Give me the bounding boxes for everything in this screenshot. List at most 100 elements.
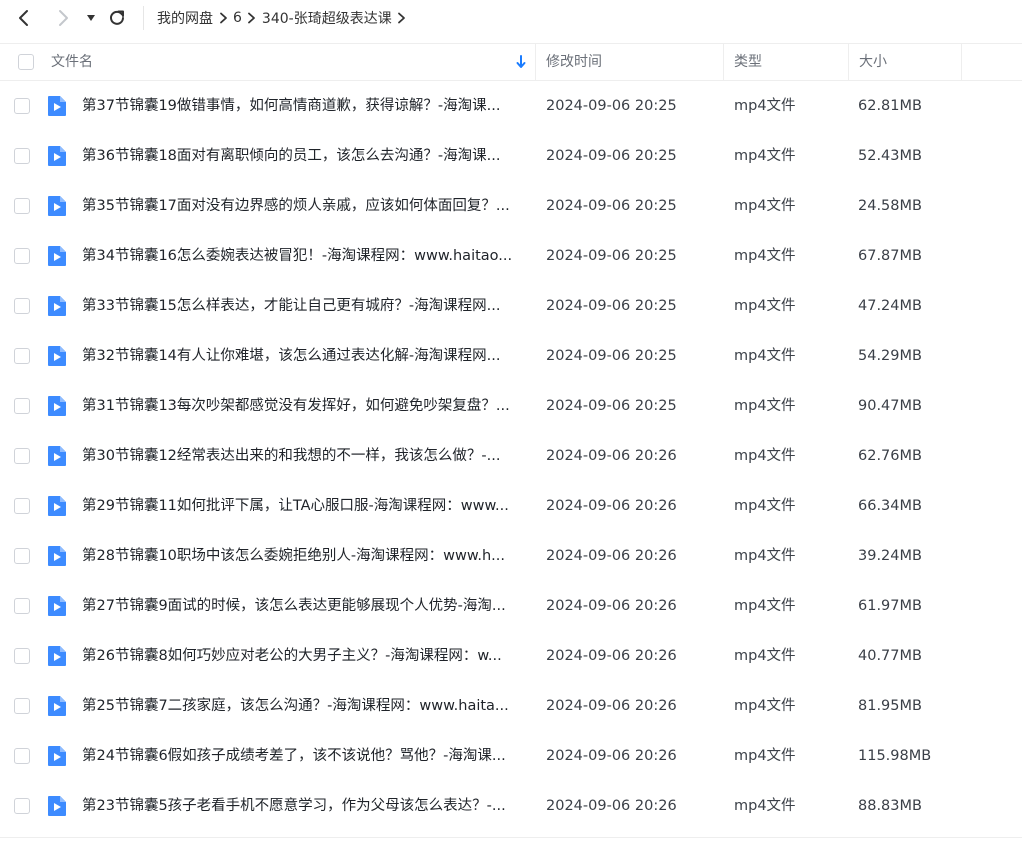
table-row[interactable]: 第37节锦囊19做错事情，如何高情商道歉，获得谅解？-海淘课... 2024-0… bbox=[0, 81, 1022, 131]
file-size: 66.34MB bbox=[858, 498, 922, 514]
file-name[interactable]: 第35节锦囊17面对没有边界感的烦人亲戚，应该如何体面回复？... bbox=[82, 181, 524, 231]
file-modified-time: 2024-09-06 20:26 bbox=[546, 598, 677, 614]
row-checkbox[interactable] bbox=[14, 148, 30, 164]
file-type: mp4文件 bbox=[734, 748, 796, 764]
history-dropdown-button[interactable] bbox=[80, 6, 102, 30]
breadcrumb-item-current[interactable]: 340-张琦超级表达课 bbox=[262, 8, 392, 28]
table-row[interactable]: 第28节锦囊10职场中该怎么委婉拒绝别人-海淘课程网：www.h... 2024… bbox=[0, 531, 1022, 581]
table-row[interactable]: 第32节锦囊14有人让你难堪，该怎么通过表达化解-海淘课程网... 2024-0… bbox=[0, 331, 1022, 381]
file-name[interactable]: 第31节锦囊13每次吵架都感觉没有发挥好，如何避免吵架复盘？... bbox=[82, 381, 524, 431]
file-size: 115.98MB bbox=[858, 748, 932, 764]
back-button[interactable] bbox=[12, 6, 36, 30]
file-size: 54.29MB bbox=[858, 348, 922, 364]
file-modified-time: 2024-09-06 20:25 bbox=[546, 98, 677, 114]
video-file-icon bbox=[48, 746, 66, 766]
file-name[interactable]: 第24节锦囊6假如孩子成绩考差了，该不该说他？骂他？-海淘课... bbox=[82, 731, 524, 781]
sort-descending-icon[interactable] bbox=[515, 54, 527, 70]
row-checkbox[interactable] bbox=[14, 748, 30, 764]
file-name[interactable]: 第29节锦囊11如何批评下属，让TA心服口服-海淘课程网：www... bbox=[82, 481, 524, 531]
file-modified-time: 2024-09-06 20:26 bbox=[546, 448, 677, 464]
video-file-icon bbox=[48, 246, 66, 266]
chevron-right-icon bbox=[392, 12, 412, 24]
file-type: mp4文件 bbox=[734, 598, 796, 614]
file-modified-time: 2024-09-06 20:25 bbox=[546, 248, 677, 264]
column-header-modified[interactable]: 修改时间 bbox=[546, 44, 602, 80]
row-checkbox[interactable] bbox=[14, 248, 30, 264]
table-row[interactable]: 第24节锦囊6假如孩子成绩考差了，该不该说他？骂他？-海淘课... 2024-0… bbox=[0, 731, 1022, 781]
table-row[interactable]: 第36节锦囊18面对有离职倾向的员工，该怎么去沟通？-海淘课... 2024-0… bbox=[0, 131, 1022, 181]
column-divider[interactable] bbox=[848, 44, 849, 80]
video-file-icon bbox=[48, 146, 66, 166]
refresh-icon bbox=[110, 10, 124, 25]
file-modified-time: 2024-09-06 20:26 bbox=[546, 648, 677, 664]
row-checkbox[interactable] bbox=[14, 448, 30, 464]
table-row[interactable]: 第26节锦囊8如何巧妙应对老公的大男子主义？-海淘课程网：w... 2024-0… bbox=[0, 631, 1022, 681]
select-all-checkbox[interactable] bbox=[18, 54, 34, 70]
row-checkbox[interactable] bbox=[14, 598, 30, 614]
row-checkbox[interactable] bbox=[14, 548, 30, 564]
file-list: 第37节锦囊19做错事情，如何高情商道歉，获得谅解？-海淘课... 2024-0… bbox=[0, 81, 1022, 831]
row-checkbox[interactable] bbox=[14, 698, 30, 714]
breadcrumb-item-root[interactable]: 我的网盘 bbox=[157, 8, 213, 28]
table-row[interactable]: 第33节锦囊15怎么样表达，才能让自己更有城府？-海淘课程网... 2024-0… bbox=[0, 281, 1022, 331]
video-file-icon bbox=[48, 196, 66, 216]
navigation-bar: 我的网盘 6 340-张琦超级表达课 bbox=[0, 0, 1022, 36]
column-header-name[interactable]: 文件名 bbox=[51, 44, 93, 80]
file-size: 24.58MB bbox=[858, 198, 922, 214]
file-name[interactable]: 第34节锦囊16怎么委婉表达被冒犯！-海淘课程网：www.haitao... bbox=[82, 231, 524, 281]
file-modified-time: 2024-09-06 20:26 bbox=[546, 698, 677, 714]
file-type: mp4文件 bbox=[734, 448, 796, 464]
row-checkbox[interactable] bbox=[14, 198, 30, 214]
column-header-type[interactable]: 类型 bbox=[734, 44, 762, 80]
file-modified-time: 2024-09-06 20:25 bbox=[546, 298, 677, 314]
table-row[interactable]: 第27节锦囊9面试的时候，该怎么表达更能够展现个人优势-海淘... 2024-0… bbox=[0, 581, 1022, 631]
table-row[interactable]: 第29节锦囊11如何批评下属，让TA心服口服-海淘课程网：www... 2024… bbox=[0, 481, 1022, 531]
row-checkbox[interactable] bbox=[14, 98, 30, 114]
table-row[interactable]: 第34节锦囊16怎么委婉表达被冒犯！-海淘课程网：www.haitao... 2… bbox=[0, 231, 1022, 281]
file-size: 39.24MB bbox=[858, 548, 922, 564]
table-row[interactable]: 第23节锦囊5孩子老看手机不愿意学习，作为父母该怎么表达？-... 2024-0… bbox=[0, 781, 1022, 831]
row-checkbox[interactable] bbox=[14, 398, 30, 414]
row-checkbox[interactable] bbox=[14, 798, 30, 814]
file-name[interactable]: 第28节锦囊10职场中该怎么委婉拒绝别人-海淘课程网：www.h... bbox=[82, 531, 524, 581]
breadcrumb: 我的网盘 6 340-张琦超级表达课 bbox=[157, 8, 412, 28]
file-type: mp4文件 bbox=[734, 198, 796, 214]
video-file-icon bbox=[48, 596, 66, 616]
file-name[interactable]: 第27节锦囊9面试的时候，该怎么表达更能够展现个人优势-海淘... bbox=[82, 581, 524, 631]
file-modified-time: 2024-09-06 20:25 bbox=[546, 148, 677, 164]
video-file-icon bbox=[48, 646, 66, 666]
file-size: 62.76MB bbox=[858, 448, 922, 464]
file-modified-time: 2024-09-06 20:26 bbox=[546, 798, 677, 814]
file-name[interactable]: 第25节锦囊7二孩家庭，该怎么沟通？-海淘课程网：www.haita... bbox=[82, 681, 524, 731]
breadcrumb-item-folder[interactable]: 6 bbox=[233, 10, 242, 26]
file-type: mp4文件 bbox=[734, 298, 796, 314]
column-divider[interactable] bbox=[961, 44, 962, 80]
row-checkbox[interactable] bbox=[14, 298, 30, 314]
file-name[interactable]: 第23节锦囊5孩子老看手机不愿意学习，作为父母该怎么表达？-... bbox=[82, 781, 524, 831]
table-row[interactable]: 第25节锦囊7二孩家庭，该怎么沟通？-海淘课程网：www.haita... 20… bbox=[0, 681, 1022, 731]
file-name[interactable]: 第26节锦囊8如何巧妙应对老公的大男子主义？-海淘课程网：w... bbox=[82, 631, 524, 681]
file-name[interactable]: 第36节锦囊18面对有离职倾向的员工，该怎么去沟通？-海淘课... bbox=[82, 131, 524, 181]
table-row[interactable]: 第35节锦囊17面对没有边界感的烦人亲戚，应该如何体面回复？... 2024-0… bbox=[0, 181, 1022, 231]
file-name[interactable]: 第37节锦囊19做错事情，如何高情商道歉，获得谅解？-海淘课... bbox=[82, 81, 524, 131]
table-row[interactable]: 第30节锦囊12经常表达出来的和我想的不一样，我该怎么做？-... 2024-0… bbox=[0, 431, 1022, 481]
file-name[interactable]: 第33节锦囊15怎么样表达，才能让自己更有城府？-海淘课程网... bbox=[82, 281, 524, 331]
video-file-icon bbox=[48, 446, 66, 466]
toolbar-divider bbox=[143, 6, 144, 30]
refresh-button[interactable] bbox=[105, 6, 129, 30]
file-name[interactable]: 第32节锦囊14有人让你难堪，该怎么通过表达化解-海淘课程网... bbox=[82, 331, 524, 381]
row-checkbox[interactable] bbox=[14, 648, 30, 664]
video-file-icon bbox=[48, 346, 66, 366]
column-divider[interactable] bbox=[535, 44, 536, 80]
forward-button[interactable] bbox=[51, 6, 75, 30]
file-type: mp4文件 bbox=[734, 248, 796, 264]
column-divider[interactable] bbox=[723, 44, 724, 80]
file-name[interactable]: 第30节锦囊12经常表达出来的和我想的不一样，我该怎么做？-... bbox=[82, 431, 524, 481]
file-size: 61.97MB bbox=[858, 598, 922, 614]
column-header-size[interactable]: 大小 bbox=[859, 44, 887, 80]
video-file-icon bbox=[48, 296, 66, 316]
file-modified-time: 2024-09-06 20:25 bbox=[546, 198, 677, 214]
row-checkbox[interactable] bbox=[14, 498, 30, 514]
table-row[interactable]: 第31节锦囊13每次吵架都感觉没有发挥好，如何避免吵架复盘？... 2024-0… bbox=[0, 381, 1022, 431]
row-checkbox[interactable] bbox=[14, 348, 30, 364]
